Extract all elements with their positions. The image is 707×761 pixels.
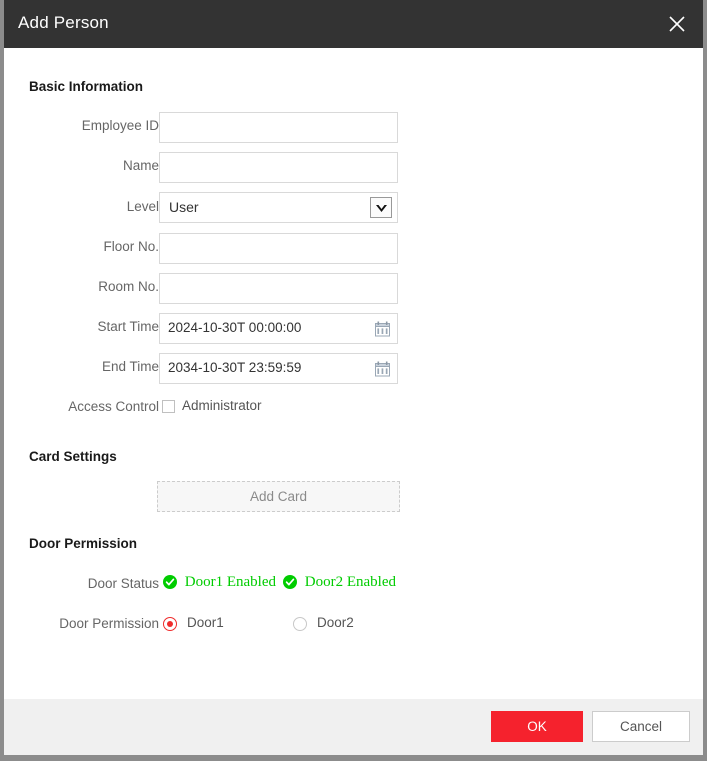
name-input[interactable] xyxy=(159,152,398,183)
dialog-title: Add Person xyxy=(18,13,109,33)
chevron-down-icon[interactable] xyxy=(370,197,392,218)
administrator-checkbox-label: Administrator xyxy=(182,398,262,413)
level-select-value: User xyxy=(169,199,199,215)
label-level: Level xyxy=(29,199,159,214)
label-door-permission: Door Permission xyxy=(29,616,159,631)
start-time-field[interactable]: 2024-10-30T 00:00:00 xyxy=(159,313,398,344)
cancel-button[interactable]: Cancel xyxy=(592,711,690,742)
add-person-dialog: Add Person Basic Information Employee ID… xyxy=(4,0,703,755)
door-status-text: Door2 Enabled xyxy=(305,574,396,590)
calendar-icon[interactable] xyxy=(375,321,390,337)
check-circle-icon xyxy=(283,575,297,594)
label-floor-no: Floor No. xyxy=(29,239,159,254)
check-circle-icon xyxy=(163,575,177,594)
end-time-field[interactable]: 2034-10-30T 23:59:59 xyxy=(159,353,398,384)
dialog-footer: OK Cancel xyxy=(4,699,703,755)
door-status-text: Door1 Enabled xyxy=(185,574,276,590)
door2-radio[interactable] xyxy=(293,617,307,631)
dialog-body: Basic Information Employee ID Name Level… xyxy=(4,48,703,699)
label-door-status: Door Status xyxy=(29,576,159,591)
label-end-time: End Time xyxy=(29,359,159,374)
calendar-icon[interactable] xyxy=(375,361,390,377)
section-title-basic-information: Basic Information xyxy=(29,79,143,94)
label-room-no: Room No. xyxy=(29,279,159,294)
door1-radio[interactable] xyxy=(163,617,177,631)
dialog-titlebar: Add Person xyxy=(4,0,703,48)
door1-radio-label: Door1 xyxy=(187,615,224,630)
close-icon[interactable] xyxy=(661,8,693,40)
door-status-item: Door2 Enabled xyxy=(283,574,396,594)
section-title-door-permission: Door Permission xyxy=(29,536,137,551)
start-time-value: 2024-10-30T 00:00:00 xyxy=(168,320,301,335)
room-no-input[interactable] xyxy=(159,273,398,304)
floor-no-input[interactable] xyxy=(159,233,398,264)
ok-button[interactable]: OK xyxy=(491,711,583,742)
label-name: Name xyxy=(29,158,159,173)
label-start-time: Start Time xyxy=(29,319,159,334)
end-time-value: 2034-10-30T 23:59:59 xyxy=(168,360,301,375)
label-employee-id: Employee ID xyxy=(29,118,159,133)
administrator-checkbox[interactable] xyxy=(162,400,175,413)
add-card-button[interactable]: Add Card xyxy=(157,481,400,512)
level-select[interactable]: User xyxy=(159,192,398,223)
section-title-card-settings: Card Settings xyxy=(29,449,117,464)
employee-id-input[interactable] xyxy=(159,112,398,143)
door-status-item: Door1 Enabled xyxy=(163,574,276,594)
door1-radio-dot xyxy=(167,621,173,627)
label-access-control: Access Control xyxy=(29,399,159,414)
door2-radio-label: Door2 xyxy=(317,615,354,630)
